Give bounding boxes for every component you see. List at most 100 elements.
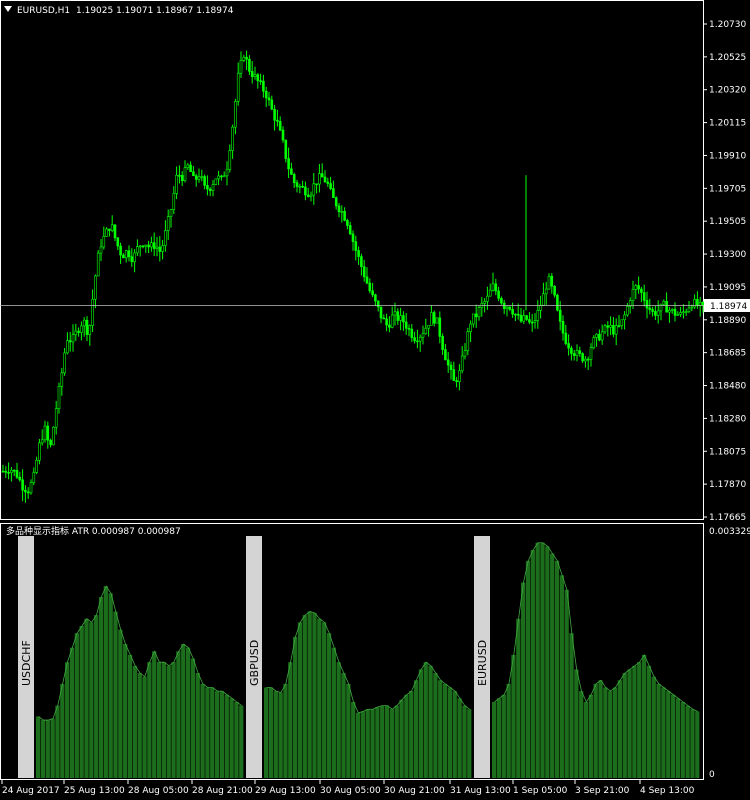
time-tick-label: 31 Aug 13:00: [450, 786, 511, 796]
candle-body: [18, 476, 22, 481]
candle-body: [435, 317, 439, 324]
candle-body: [40, 439, 44, 444]
atr-bar: [89, 622, 94, 778]
candle-body: [351, 233, 355, 242]
atr-bar: [501, 694, 506, 778]
atr-bar: [36, 716, 41, 778]
atr-bar: [200, 683, 205, 778]
atr-bar: [641, 654, 647, 778]
candle-body: [416, 340, 419, 343]
candle-body: [539, 305, 542, 311]
candle-body: [242, 56, 246, 61]
atr-bar: [685, 705, 690, 778]
candle-body: [46, 425, 50, 441]
atr-bar: [137, 673, 142, 778]
time-tick-label: 30 Aug 05:00: [320, 786, 381, 796]
candle-body: [318, 173, 321, 185]
atr-bar: [670, 694, 676, 778]
atr-bar: [545, 546, 550, 778]
candle-body: [396, 311, 400, 321]
atr-bar: [457, 698, 462, 778]
candle-body: [206, 185, 209, 190]
atr-bar: [268, 687, 274, 778]
atr-bar: [205, 687, 210, 778]
atr-bar: [632, 665, 637, 778]
candle-body: [231, 126, 234, 151]
candle-body: [516, 313, 520, 316]
symbol-label: EURUSD: [476, 640, 489, 686]
price-tick-label: 1.19505: [709, 217, 746, 227]
atr-bar: [103, 586, 108, 778]
candle-body: [273, 108, 276, 121]
atr-bar: [651, 676, 656, 778]
atr-bar: [516, 618, 521, 778]
candle-body: [301, 185, 304, 188]
price-tick-label: 1.20730: [709, 20, 746, 30]
candle-body: [85, 319, 89, 335]
atr-bar: [302, 615, 307, 778]
atr-bar: [583, 701, 589, 778]
atr-bar: [152, 651, 157, 778]
candle-body: [323, 176, 327, 183]
candle-body: [609, 325, 612, 328]
candle-body: [368, 282, 372, 292]
candle-body: [99, 246, 103, 254]
atr-bar: [123, 644, 128, 778]
candle-body: [183, 167, 187, 182]
atr-bar: [113, 611, 118, 778]
candle-body: [564, 332, 568, 344]
atr-bar: [409, 691, 414, 778]
candle-body: [348, 225, 352, 235]
time-tick-label: 30 Aug 21:00: [384, 786, 445, 796]
candle-body: [466, 331, 470, 351]
candle-body: [150, 242, 153, 248]
candle-body: [645, 300, 649, 309]
candle-body: [180, 175, 184, 182]
candle-body: [556, 294, 559, 311]
atr-bar: [322, 622, 327, 778]
candle-body: [483, 301, 486, 304]
candle-body: [21, 479, 24, 491]
atr-bar: [617, 680, 623, 778]
candle-body: [222, 175, 226, 178]
candle-body: [525, 315, 528, 320]
candle-body: [519, 314, 523, 322]
candle-body: [407, 327, 411, 330]
candle-body: [542, 293, 545, 306]
candle-body: [463, 350, 467, 357]
candle-body: [595, 333, 598, 338]
candle-body: [332, 188, 335, 198]
atr-bar: [695, 711, 700, 778]
atr-bar: [351, 701, 356, 778]
price-axis: 1.20730 1.20525 1.20320 1.20115 1.19910 1.197…: [703, 20, 746, 523]
candle-body: [158, 246, 162, 252]
atr-bar: [375, 707, 380, 778]
candle-body: [648, 307, 652, 310]
atr-bar: [646, 665, 652, 778]
candle-body: [460, 355, 464, 372]
candle-body: [66, 340, 69, 354]
candle-body: [491, 283, 495, 291]
atr-bar: [506, 683, 511, 778]
candle-body: [558, 309, 562, 322]
candle-body: [388, 324, 391, 328]
candle-body: [612, 325, 615, 335]
candle-body: [94, 275, 97, 300]
atr-bar: [341, 673, 346, 778]
candle-body: [642, 292, 646, 301]
candle-body: [474, 313, 478, 318]
atr-bar: [132, 665, 137, 778]
candle-body: [24, 489, 27, 493]
atr-bar: [147, 662, 152, 778]
candle-body: [102, 236, 106, 248]
atr-bar: [273, 691, 278, 778]
candle-body: [10, 469, 13, 473]
candle-body: [603, 325, 607, 333]
candle-body: [116, 237, 120, 247]
candle-body: [581, 353, 584, 362]
candle-body: [309, 194, 313, 197]
atr-bar: [142, 676, 147, 778]
candle-body: [155, 246, 159, 249]
atr-bar: [74, 633, 79, 778]
atr-bar: [462, 705, 467, 778]
